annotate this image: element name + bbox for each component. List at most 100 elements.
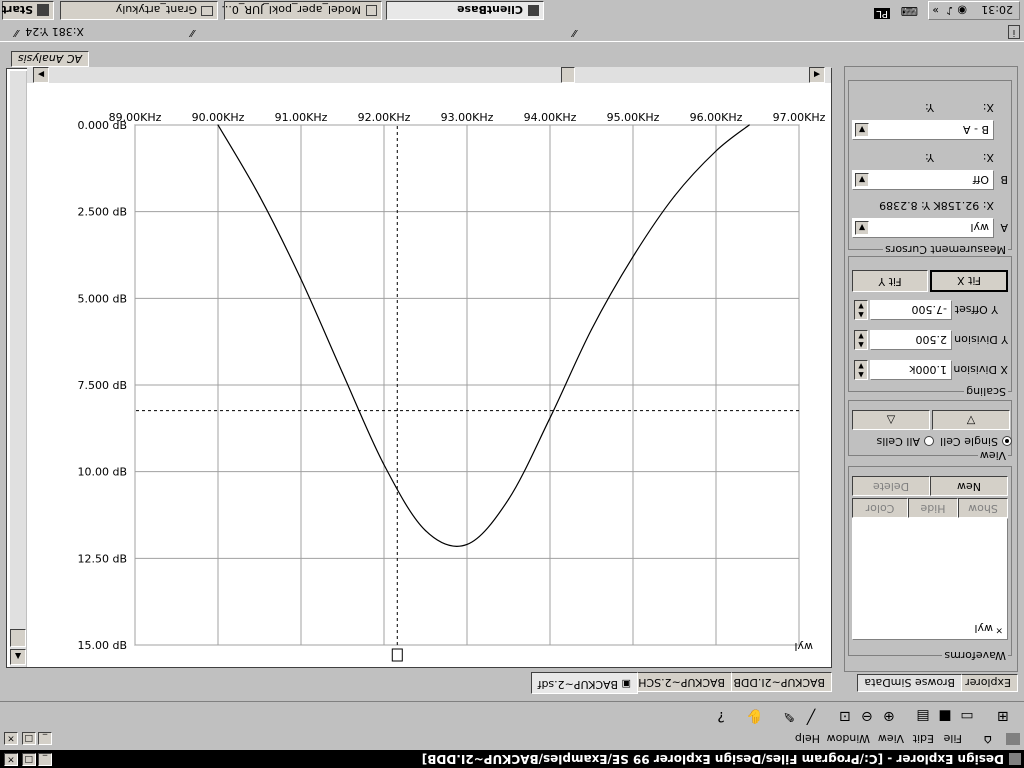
scroll-h-thumb[interactable] [561,67,575,83]
doc-minimize-button[interactable]: _ [38,732,52,745]
horizontal-scrollbar[interactable]: ◀ ▶ [27,67,831,83]
x-tick-label: 92.00KHz [358,111,411,124]
cursor-a-label: A [1000,221,1008,234]
tree-icon[interactable]: ⊞ [994,707,1012,725]
menu-window[interactable]: Window [823,732,874,745]
cursor-diff-value: B - A [962,123,989,136]
doc-restore-button[interactable]: □ [22,732,36,745]
status-grip-icon: ⁄⁄ [190,27,194,38]
hide-button[interactable]: Hide [908,498,958,518]
zoom-out-icon[interactable]: ⊖ [858,707,876,725]
wire-icon[interactable]: ╱ [802,707,820,725]
menu-file[interactable]: File [940,732,966,745]
status-info-icon: i [1008,25,1020,39]
chevron-down-icon[interactable]: ▼ [855,173,869,187]
tab-browse-simdata[interactable]: Browse SimData [857,674,962,692]
taskbar: 20:31 ◉ ♪ » ⌨ PL ClientBase Model_aper_p… [0,0,1024,22]
y-division-input[interactable]: 2.500 [870,330,952,350]
chevron-down-icon[interactable]: ▼ [855,221,869,235]
show-button[interactable]: Show [958,498,1008,518]
scroll-down-arrow[interactable]: ▲ [10,649,26,665]
chevron-down-icon[interactable]: ▼ [855,123,869,137]
ac-analysis-label: AC Analysis [17,52,82,65]
chart-window: 89.00KHz 90.00KHz 91.00KHz 92.00KHz 93.00KHz… [6,51,832,668]
doc-close-button[interactable]: × [4,732,18,745]
print-icon[interactable]: ▤ [914,707,932,725]
x-division-spinner[interactable]: ▲ ▼ [854,360,868,380]
menu-view[interactable]: View [874,732,908,745]
cursor-a-value: wyl [970,221,989,234]
taskbar-item-label: Grant_artykuly [115,3,197,16]
zoom-in-icon[interactable]: ⊕ [880,707,898,725]
windows-logo-icon [37,4,49,16]
cursor-a-marker[interactable] [391,648,403,662]
sdf-file-icon: ▣ [621,678,631,689]
scroll-thumb[interactable] [10,629,26,647]
tray-expand-icon[interactable]: » [932,4,939,17]
x-division-input[interactable]: 1.000k [870,360,952,380]
scroll-left-arrow[interactable]: ◀ [809,67,825,83]
maximize-button[interactable]: □ [22,753,36,766]
taskbar-item-grant[interactable]: Grant_artykuly [60,1,218,20]
scroll-right-arrow[interactable]: ▶ [33,67,49,83]
clock[interactable]: 20:31 [981,3,1013,16]
taskbar-item-label: Model_aper_pokl_JUR_0... [221,3,361,16]
scaling-label: Scaling [964,385,1008,398]
waveform-list[interactable]: wyl × [852,518,1008,640]
cursor-diff-x-label: X: [982,101,994,114]
view-prev-button[interactable]: △ [852,410,930,430]
home-icon[interactable]: ⌂ [984,732,992,747]
minimize-button[interactable]: _ [38,753,52,766]
series-line-wyl [217,124,750,547]
cursor-b-select[interactable]: Off ▼ [852,170,994,190]
taskbar-item-model[interactable]: Model_aper_pokl_JUR_0... [221,1,382,20]
volume-icon[interactable]: ♪ [946,4,953,17]
open-icon[interactable]: ▭ [958,707,976,725]
new-button[interactable]: New [930,476,1008,496]
delete-button[interactable]: Delete [852,476,930,496]
fit-y-button[interactable]: Fit Y [852,270,928,292]
all-cells-label: All Cells [876,435,920,448]
waveform-item[interactable]: wyl [974,622,993,635]
all-cells-radio[interactable] [924,436,934,446]
vertical-scrollbar[interactable]: ▲ [10,71,27,667]
tab-backup-ddb[interactable]: BACKUP~2I.DDB [726,672,832,692]
x-tick-label: 93.00KHz [441,111,494,124]
y-tick-label: 7.500 dB [77,379,127,392]
color-button[interactable]: Color [852,498,908,518]
start-button[interactable]: Start [2,1,54,20]
taskbar-item-clientbase[interactable]: ClientBase [386,1,544,20]
tab-backup-sdf[interactable]: ▣ BACKUP~2.sdf [530,672,638,694]
y-offset-input[interactable]: -7.500 [870,300,952,320]
tab-explorer[interactable]: Explorer [958,674,1018,692]
save-icon[interactable]: ■ [936,707,954,725]
hand-icon[interactable]: ✋ [746,707,764,725]
view-next-button[interactable]: ▽ [932,410,1010,430]
network-icon[interactable]: ◉ [957,4,967,17]
zoom-fit-icon[interactable]: ⊡ [836,707,854,725]
y-division-value: 2.500 [915,333,948,346]
single-cell-radio[interactable] [1002,436,1012,446]
y-offset-spinner[interactable]: ▲ ▼ [854,300,868,320]
keyboard-icon[interactable]: ⌨ [901,4,918,18]
tab-backup-sch[interactable]: BACKUP~2.SCH [631,672,732,692]
cursor-diff-select[interactable]: B - A ▼ [852,120,994,140]
system-tray: 20:31 ◉ ♪ » [928,1,1020,20]
cursor-diff-y-label: Y: [925,101,934,114]
fit-x-button[interactable]: Fit X [930,270,1008,292]
chart[interactable]: 89.00KHz 90.00KHz 91.00KHz 92.00KHz 93.00KHz… [7,69,831,667]
tab-ac-analysis[interactable]: AC Analysis [10,51,89,67]
menu-help[interactable]: Help [791,732,824,745]
cursor-b-y-label: Y: [925,151,934,164]
cursor-a-select[interactable]: wyl ▼ [852,218,994,238]
probe-icon[interactable]: ✎ [780,707,798,725]
close-button[interactable]: × [4,753,18,766]
data-point [424,530,427,532]
data-point [549,417,551,419]
x-tick-label: 96.00KHz [690,111,743,124]
y-division-spinner[interactable]: ▲ ▼ [854,330,868,350]
help-icon[interactable]: ? [712,707,730,725]
language-indicator[interactable]: PL [874,8,890,19]
menu-edit[interactable]: Edit [909,732,938,745]
data-point [217,124,219,126]
